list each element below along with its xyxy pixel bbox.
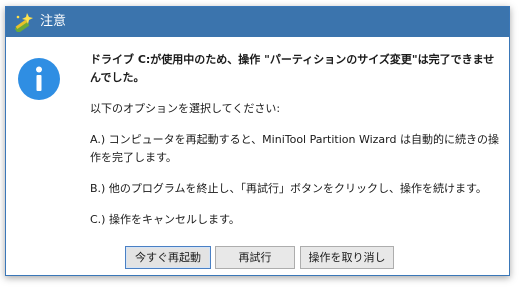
retry-button[interactable]: 再試行 (215, 246, 295, 269)
cancel-operation-button[interactable]: 操作を取り消し (300, 246, 394, 269)
message-heading: ドライブ C:が使用中のため、操作 "パーティションのサイズ変更"は完了できませ… (90, 53, 495, 84)
message-body: ドライブ C:が使用中のため、操作 "パーティションのサイズ変更"は完了できませ… (90, 51, 502, 241)
button-row: 今すぐ再起動 再試行 操作を取り消し (6, 246, 509, 270)
minitool-wand-icon (14, 12, 34, 34)
restart-now-button[interactable]: 今すぐ再起動 (125, 246, 211, 269)
screen-background: 注意 ドライブ C:が使用中のため、操作 "パーティションのサイズ変更"は完了で… (0, 0, 519, 288)
options-prompt: 以下のオプションを選択してください: (90, 102, 281, 115)
option-a-text: A.) コンピュータを再起動すると、MiniTool Partition Wiz… (90, 133, 499, 164)
title-bar[interactable]: 注意 (6, 7, 509, 37)
dialog-title: 注意 (40, 14, 67, 29)
option-c-text: C.) 操作をキャンセルします。 (90, 213, 240, 226)
option-b-text: B.) 他のプログラムを終止し、「再試行」ボタンをクリックし、操作を続けます。 (90, 182, 487, 195)
alert-dialog: 注意 ドライブ C:が使用中のため、操作 "パーティションのサイズ変更"は完了で… (5, 6, 510, 276)
info-circle-icon (17, 57, 61, 101)
